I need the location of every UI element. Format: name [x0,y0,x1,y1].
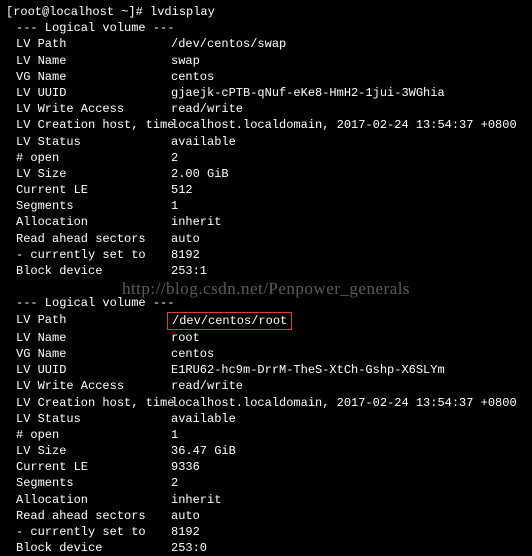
logical-volume-header: --- Logical volume --- [6,20,526,36]
property-row: VG Namecentos [6,69,526,85]
property-row: - currently set to8192 [6,524,526,540]
property-value: 2 [171,475,178,491]
property-value: 2.00 GiB [171,166,229,182]
property-row: LV Size36.47 GiB [6,443,526,459]
property-value: localhost.localdomain, 2017-02-24 13:54:… [171,395,517,411]
property-label: Segments [6,198,171,214]
property-label: LV Path [6,36,171,52]
property-label: LV Name [6,330,171,346]
property-row: LV Statusavailable [6,411,526,427]
property-label: Current LE [6,459,171,475]
property-label: Read ahead sectors [6,231,171,247]
property-row: LV Nameswap [6,53,526,69]
property-label: Block device [6,540,171,556]
property-value: /dev/centos/swap [171,36,286,52]
property-row: LV Creation host, timelocalhost.localdom… [6,395,526,411]
property-label: LV Creation host, time [6,395,171,411]
property-value: E1RU62-hc9m-DrrM-TheS-XtCh-Gshp-X6SLYm [171,362,445,378]
property-row: LV Size2.00 GiB [6,166,526,182]
property-row: Read ahead sectorsauto [6,508,526,524]
property-value: centos [171,69,214,85]
property-value: root [171,330,200,346]
blank-line [6,279,526,295]
property-row: LV Write Accessread/write [6,101,526,117]
terminal-output: --- Logical volume ---LV Path/dev/centos… [6,20,526,556]
property-value: 1 [171,198,178,214]
property-row: LV Creation host, timelocalhost.localdom… [6,117,526,133]
property-label: LV Creation host, time [6,117,171,133]
property-value: available [171,134,236,150]
property-label: VG Name [6,346,171,362]
property-label: LV Write Access [6,101,171,117]
property-row: LV UUIDE1RU62-hc9m-DrrM-TheS-XtCh-Gshp-X… [6,362,526,378]
property-value: centos [171,346,214,362]
property-row: Read ahead sectorsauto [6,231,526,247]
command-prompt: [root@localhost ~]# lvdisplay [6,4,526,20]
property-row: Segments2 [6,475,526,491]
property-label: # open [6,427,171,443]
property-row: VG Namecentos [6,346,526,362]
property-row: LV UUIDgjaejk-cPTB-qNuf-eKe8-HmH2-1jui-3… [6,85,526,101]
property-label: LV UUID [6,362,171,378]
property-value: /dev/centos/root [171,312,292,330]
property-label: LV Status [6,134,171,150]
property-value: read/write [171,378,243,394]
property-value: 512 [171,182,193,198]
property-value: read/write [171,101,243,117]
property-value: 253:0 [171,540,207,556]
property-row: # open1 [6,427,526,443]
property-label: - currently set to [6,247,171,263]
property-value: 253:1 [171,263,207,279]
property-row: Block device253:1 [6,263,526,279]
property-row: Current LE512 [6,182,526,198]
property-label: LV Name [6,53,171,69]
property-row: Allocationinherit [6,492,526,508]
property-row: # open2 [6,150,526,166]
property-label: Allocation [6,214,171,230]
property-label: # open [6,150,171,166]
property-row: LV Nameroot [6,330,526,346]
property-value: 9336 [171,459,200,475]
highlighted-value: /dev/centos/root [167,312,292,330]
property-value: auto [171,508,200,524]
property-value: 8192 [171,524,200,540]
property-label: Read ahead sectors [6,508,171,524]
property-value: inherit [171,214,221,230]
property-value: 8192 [171,247,200,263]
property-label: Allocation [6,492,171,508]
property-row: Allocationinherit [6,214,526,230]
property-label: Segments [6,475,171,491]
property-label: LV Path [6,312,171,330]
property-value: 2 [171,150,178,166]
property-row: LV Path/dev/centos/swap [6,36,526,52]
property-row: LV Statusavailable [6,134,526,150]
property-label: LV Status [6,411,171,427]
property-value: swap [171,53,200,69]
property-label: - currently set to [6,524,171,540]
property-value: 36.47 GiB [171,443,236,459]
property-row: Segments1 [6,198,526,214]
property-label: VG Name [6,69,171,85]
property-label: LV Size [6,443,171,459]
property-row: Current LE9336 [6,459,526,475]
property-label: Current LE [6,182,171,198]
property-label: Block device [6,263,171,279]
property-label: LV Size [6,166,171,182]
property-value: auto [171,231,200,247]
property-row: Block device253:0 [6,540,526,556]
property-row: LV Write Accessread/write [6,378,526,394]
property-row: - currently set to8192 [6,247,526,263]
property-value: inherit [171,492,221,508]
property-row: LV Path/dev/centos/root [6,312,526,330]
property-label: LV UUID [6,85,171,101]
property-value: gjaejk-cPTB-qNuf-eKe8-HmH2-1jui-3WGhia [171,85,445,101]
property-value: 1 [171,427,178,443]
property-label: LV Write Access [6,378,171,394]
property-value: available [171,411,236,427]
property-value: localhost.localdomain, 2017-02-24 13:54:… [171,117,517,133]
logical-volume-header: --- Logical volume --- [6,295,526,311]
